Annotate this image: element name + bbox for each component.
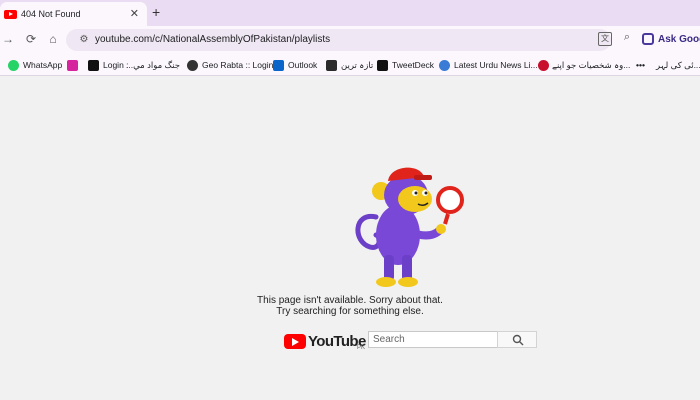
tab-strip: 404 Not Found ✕ +: [0, 0, 700, 26]
youtube-logo[interactable]: YouTube: [284, 331, 366, 351]
bookmark-tweetdeck[interactable]: TweetDeck: [377, 58, 434, 72]
address-bar[interactable]: ⚙ youtube.com/c/NationalAssemblyOfPakist…: [66, 29, 611, 51]
reload-icon[interactable]: ⟳: [23, 31, 39, 47]
new-tab-button[interactable]: +: [152, 5, 160, 19]
outlook-icon: [273, 59, 284, 71]
bookmark-login[interactable]: Login :: [88, 58, 129, 72]
translate-icon[interactable]: 文: [598, 32, 612, 46]
zoom-icon[interactable]: ⌕: [620, 31, 634, 45]
bookmark-more[interactable]: •••: [636, 58, 645, 72]
bookmark-latest-urdu-news[interactable]: Latest Urdu News Li...: [439, 58, 538, 72]
site-settings-icon[interactable]: ⚙: [78, 34, 90, 46]
bookmark-outlook[interactable]: Outlook: [273, 58, 317, 72]
bookmark-lehar[interactable]: ...ئی کی لہر: [656, 58, 700, 72]
bookmark-geo-rabta[interactable]: Geo Rabta :: Login: [187, 58, 273, 72]
x-icon: [377, 59, 388, 71]
back-arrow-icon[interactable]: →: [0, 31, 16, 47]
urdu-news-icon: [439, 59, 450, 71]
search-button[interactable]: [497, 331, 537, 348]
bookmark-instagram[interactable]: [67, 58, 82, 72]
country-code: PK: [357, 345, 366, 351]
bookmark-jang[interactable]: جنگ مواد مي...: [126, 58, 180, 72]
login-icon: [88, 59, 99, 71]
bookmark-shakhsiyat[interactable]: ...وہ شخصیات جو اپنے: [552, 58, 630, 72]
tab-title: 404 Not Found: [21, 9, 81, 19]
google-lens-icon: [642, 33, 654, 45]
error-suggestion: Try searching for something else.: [276, 306, 424, 317]
taza-icon: [326, 59, 337, 71]
home-icon[interactable]: ⌂: [45, 31, 61, 47]
more-dots-icon: •••: [636, 60, 645, 70]
bookmark-whatsapp[interactable]: WhatsApp: [8, 58, 62, 72]
globe-icon: [187, 59, 198, 71]
whatsapp-icon: [8, 59, 19, 71]
url-text[interactable]: youtube.com/c/NationalAssemblyOfPakistan…: [95, 34, 330, 45]
instagram-icon: [67, 59, 78, 71]
tab-close-icon[interactable]: ✕: [130, 8, 139, 20]
bookmarks-bar: WhatsApp Login : جنگ مواد مي... Geo Rabt…: [0, 54, 700, 76]
monkey-illustration: [355, 167, 464, 287]
search-input[interactable]: [368, 331, 498, 348]
search-icon: [512, 334, 524, 346]
flag-icon: [538, 59, 549, 71]
youtube-play-icon: [284, 333, 306, 349]
browser-toolbar: → ⟳ ⌂ ⚙ youtube.com/c/NationalAssemblyOf…: [0, 26, 700, 54]
ask-google-button[interactable]: Ask Google: [642, 30, 700, 48]
ask-google-label: Ask Google: [658, 33, 700, 45]
bookmark-taza-tareen[interactable]: تازہ ترین: [326, 58, 373, 72]
tab-404-not-found[interactable]: 404 Not Found ✕: [0, 2, 147, 26]
error-message: This page isn't available. Sorry about t…: [257, 295, 443, 306]
youtube-favicon-icon: [4, 9, 17, 19]
bookmark-flag[interactable]: [538, 58, 553, 72]
